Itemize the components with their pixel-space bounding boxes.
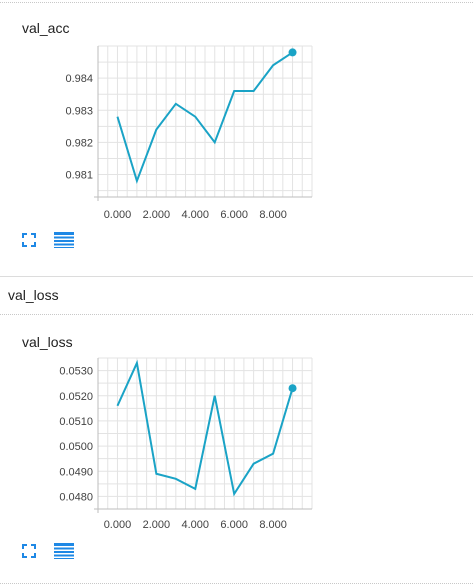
- y-tick-label: 0.0490: [59, 466, 93, 478]
- x-tick-label: 8.000: [259, 519, 287, 531]
- log-scale-icon[interactable]: [54, 232, 74, 248]
- last-point-marker: [288, 384, 297, 393]
- y-tick-label: 0.0480: [59, 491, 93, 503]
- x-tick-label: 2.000: [143, 209, 171, 221]
- y-tick-label: 0.0500: [59, 441, 93, 453]
- section-header[interactable]: val_loss: [0, 277, 473, 314]
- x-tick-label: 2.000: [143, 519, 171, 531]
- y-tick-label: 0.0530: [59, 366, 93, 378]
- x-tick-label: 4.000: [182, 519, 210, 531]
- fullscreen-icon[interactable]: [22, 233, 36, 247]
- bottom-divider: [0, 583, 473, 584]
- log-scale-icon[interactable]: [54, 543, 74, 559]
- y-tick-label: 0.0520: [59, 391, 93, 403]
- x-tick-label: 4.000: [182, 209, 210, 221]
- grid: [97, 45, 313, 197]
- x-tick-label: 0.000: [104, 209, 132, 221]
- y-tick-label: 0.984: [65, 73, 93, 85]
- val-loss-chart: 0.0480 0.0490 0.0500 0.0510 0.0520 0.0530 0.00…: [59, 357, 313, 531]
- val-acc-chart: 0.981 0.982 0.983 0.984 0.000 2.000 4.000 6.000…: [65, 45, 313, 221]
- last-point-marker: [288, 48, 297, 57]
- y-tick-label: 0.982: [65, 137, 93, 149]
- fullscreen-icon[interactable]: [22, 544, 36, 558]
- x-tick-label: 8.000: [259, 209, 287, 221]
- y-tick-label: 0.981: [65, 170, 93, 182]
- section-title: val_loss: [8, 287, 59, 303]
- y-tick-label: 0.0510: [59, 416, 93, 428]
- x-tick-label: 6.000: [220, 519, 248, 531]
- y-tick-label: 0.983: [65, 105, 93, 117]
- x-tick-label: 6.000: [220, 209, 248, 221]
- x-tick-label: 0.000: [104, 519, 132, 531]
